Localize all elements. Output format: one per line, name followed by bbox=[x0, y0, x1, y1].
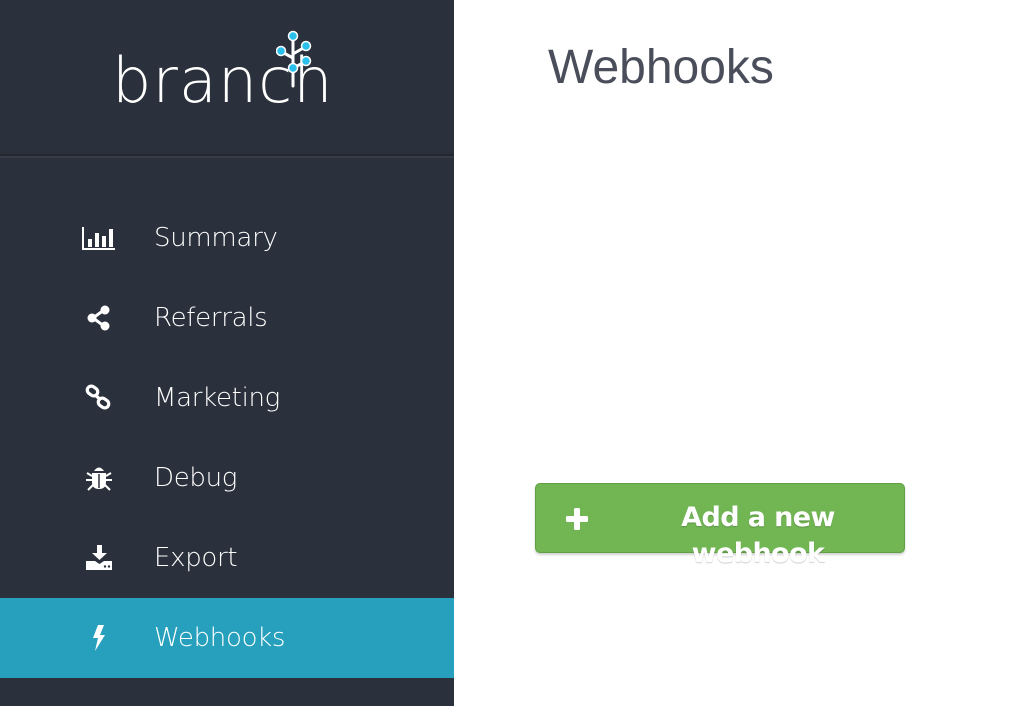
bolt-icon bbox=[80, 622, 118, 654]
sidebar-item-label: Webhooks bbox=[154, 623, 286, 653]
bug-icon bbox=[80, 462, 118, 494]
sidebar-item-webhooks[interactable]: Webhooks bbox=[0, 598, 454, 678]
download-icon bbox=[80, 542, 118, 574]
sidebar-item-marketing[interactable]: Marketing bbox=[0, 358, 454, 438]
sidebar: branch Summary Referrals Marketing Debug… bbox=[0, 0, 454, 706]
sidebar-item-debug[interactable]: Debug bbox=[0, 438, 454, 518]
logo-area: branch bbox=[0, 0, 454, 158]
page-title: Webhooks bbox=[548, 41, 774, 94]
sidebar-item-label: Marketing bbox=[154, 383, 280, 413]
link-icon bbox=[80, 382, 118, 414]
sidebar-item-label: Summary bbox=[154, 223, 278, 253]
sidebar-item-export[interactable]: Export bbox=[0, 518, 454, 598]
add-webhook-button[interactable]: Add a new webhook bbox=[535, 483, 905, 569]
main-content: Webhooks Add a new webhook bbox=[454, 0, 1026, 706]
bar-chart-icon bbox=[80, 222, 118, 254]
sidebar-item-referrals[interactable]: Referrals bbox=[0, 278, 454, 358]
branch-logo[interactable]: branch bbox=[112, 28, 342, 116]
plus-icon bbox=[566, 508, 588, 530]
tree-logo-icon bbox=[276, 30, 312, 88]
sidebar-item-label: Export bbox=[154, 543, 238, 573]
share-icon bbox=[80, 302, 118, 334]
sidebar-item-summary[interactable]: Summary bbox=[0, 198, 454, 278]
sidebar-item-label: Debug bbox=[154, 463, 238, 493]
add-webhook-label: Add a new webhook bbox=[681, 502, 835, 569]
sidebar-nav: Summary Referrals Marketing Debug Export… bbox=[0, 198, 454, 678]
sidebar-item-label: Referrals bbox=[154, 303, 268, 333]
